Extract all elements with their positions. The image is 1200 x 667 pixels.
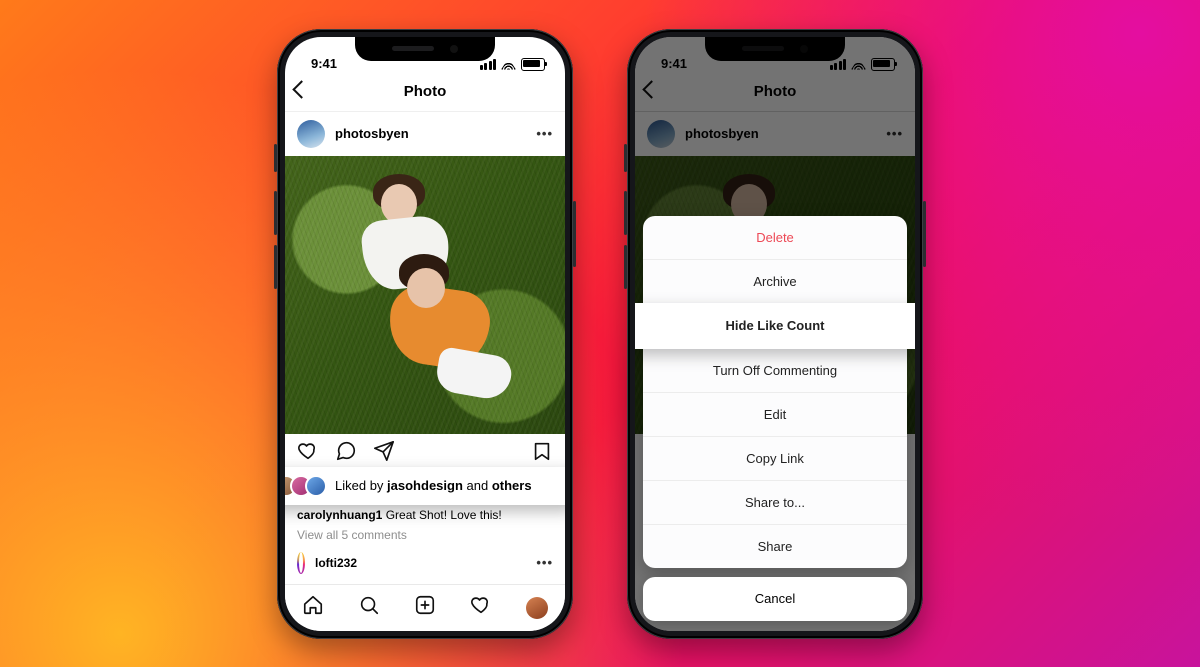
tab-profile[interactable] — [526, 597, 548, 619]
liked-avatar — [305, 475, 327, 497]
comment-row: carolynhuang1 Great Shot! Love this! — [297, 506, 553, 524]
sheet-hide-like-count[interactable]: Hide Like Count — [635, 303, 915, 349]
tab-new-post[interactable] — [414, 594, 436, 621]
phone-left: 9:41 Photo photosbyen ••• — [277, 29, 573, 639]
tab-bar — [285, 584, 565, 631]
liked-avatars — [285, 475, 327, 497]
add-comment-row: lofti232 ••• — [285, 544, 565, 574]
post-image[interactable] — [285, 156, 565, 434]
like-icon[interactable] — [297, 440, 319, 462]
sheet-edit[interactable]: Edit — [643, 392, 907, 436]
sheet-turn-off-commenting[interactable]: Turn Off Commenting — [643, 349, 907, 392]
post-header: photosbyen ••• — [285, 112, 565, 156]
comment-icon[interactable] — [335, 440, 357, 462]
sheet-archive[interactable]: Archive — [643, 259, 907, 303]
nav-bar: Photo — [285, 73, 565, 112]
screen-right: 9:41 Photo photosbyen ••• — [635, 37, 915, 631]
screen-left: 9:41 Photo photosbyen ••• — [285, 37, 565, 631]
share-icon[interactable] — [373, 440, 395, 462]
wifi-icon — [501, 59, 516, 70]
post-more-button[interactable]: ••• — [536, 126, 553, 141]
story-ring[interactable] — [297, 552, 305, 574]
liked-by-text[interactable]: Liked by jasohdesign and others — [335, 478, 532, 493]
commenter-name[interactable]: lofti232 — [315, 556, 357, 570]
page-title: Photo — [404, 83, 447, 100]
sheet-copy-link[interactable]: Copy Link — [643, 436, 907, 480]
author-username[interactable]: photosbyen — [335, 126, 409, 141]
tab-activity[interactable] — [470, 594, 492, 621]
bookmark-icon[interactable] — [531, 440, 553, 462]
status-time: 9:41 — [311, 56, 337, 71]
notch — [355, 37, 495, 61]
battery-icon — [521, 58, 545, 71]
comment-more-button[interactable]: ••• — [536, 555, 553, 570]
liked-by-callout: Liked by jasohdesign and others — [285, 467, 565, 505]
commenter-avatar — [299, 552, 303, 573]
action-sheet: Delete Archive Hide Like Count Turn Off … — [643, 216, 907, 621]
sheet-cancel[interactable]: Cancel — [643, 577, 907, 621]
sheet-share[interactable]: Share — [643, 524, 907, 568]
back-button[interactable] — [295, 83, 308, 101]
chevron-left-icon — [292, 80, 310, 98]
tab-search[interactable] — [358, 594, 380, 621]
view-all-comments[interactable]: View all 5 comments — [297, 526, 553, 544]
phone-right: 9:41 Photo photosbyen ••• — [627, 29, 923, 639]
sheet-delete[interactable]: Delete — [643, 216, 907, 259]
promo-stage: 9:41 Photo photosbyen ••• — [0, 0, 1200, 667]
action-bar — [285, 434, 565, 468]
tab-home[interactable] — [302, 594, 324, 621]
sheet-share-to[interactable]: Share to... — [643, 480, 907, 524]
author-avatar[interactable] — [297, 120, 325, 148]
